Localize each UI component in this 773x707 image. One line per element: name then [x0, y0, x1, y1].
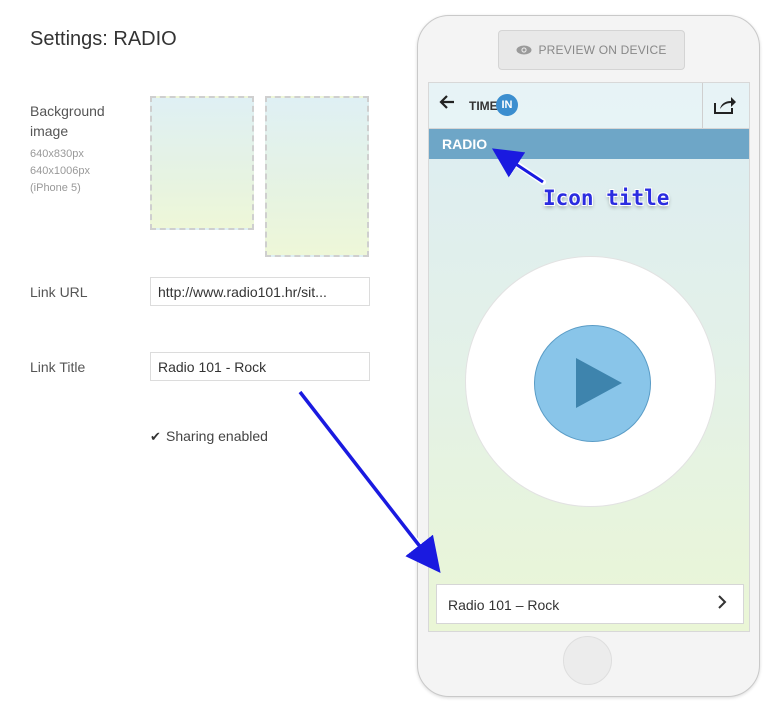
background-image-upload-small[interactable]: [150, 96, 254, 230]
link-row-title: Radio 101 – Rock: [448, 597, 560, 613]
screen-title-bar: RADIO: [429, 129, 749, 159]
size-iphone4: 640x830px: [30, 148, 84, 160]
link-url-label: Link URL: [30, 284, 88, 300]
preview-button-label: PREVIEW ON DEVICE: [538, 43, 667, 57]
icon-title-annotation: Icon title: [543, 186, 670, 210]
background-label-line1: Background: [30, 103, 105, 119]
settings-title: Settings: RADIO: [30, 28, 177, 50]
checkmark-icon: ✔: [150, 429, 161, 444]
home-button[interactable]: [563, 636, 612, 685]
screen-title: RADIO: [442, 136, 488, 152]
background-image-upload-large[interactable]: [265, 96, 369, 257]
link-title-input[interactable]: Radio 101 - Rock: [150, 352, 370, 381]
logo-text: TIME: [469, 99, 498, 113]
header-divider: [702, 83, 703, 128]
link-url-input[interactable]: http://www.radio101.hr/sit...: [150, 277, 370, 306]
link-row[interactable]: Radio 101 – Rock: [436, 584, 744, 624]
size-iphone5-note: (iPhone 5): [30, 182, 81, 194]
chevron-right-icon: [717, 595, 727, 614]
play-button[interactable]: [534, 325, 651, 442]
background-label-line2: image: [30, 123, 69, 139]
link-title-label: Link Title: [30, 359, 86, 375]
back-arrow-icon[interactable]: [439, 93, 455, 116]
app-header: TIME IN: [429, 83, 749, 129]
size-iphone5: 640x1006px: [30, 165, 90, 177]
link-title-arrow: [298, 390, 441, 574]
eye-icon: [516, 32, 532, 70]
background-image-sizes: 640x830px 640x1006px (iPhone 5): [30, 146, 90, 197]
logo-badge: IN: [496, 94, 518, 116]
sharing-enabled-checkbox[interactable]: ✔ Sharing enabled: [150, 428, 268, 445]
share-icon[interactable]: [713, 95, 737, 120]
background-image-label: Background image: [30, 101, 105, 141]
sharing-enabled-label: Sharing enabled: [166, 428, 268, 444]
preview-on-device-button[interactable]: PREVIEW ON DEVICE: [498, 30, 685, 70]
play-icon: [576, 358, 622, 408]
